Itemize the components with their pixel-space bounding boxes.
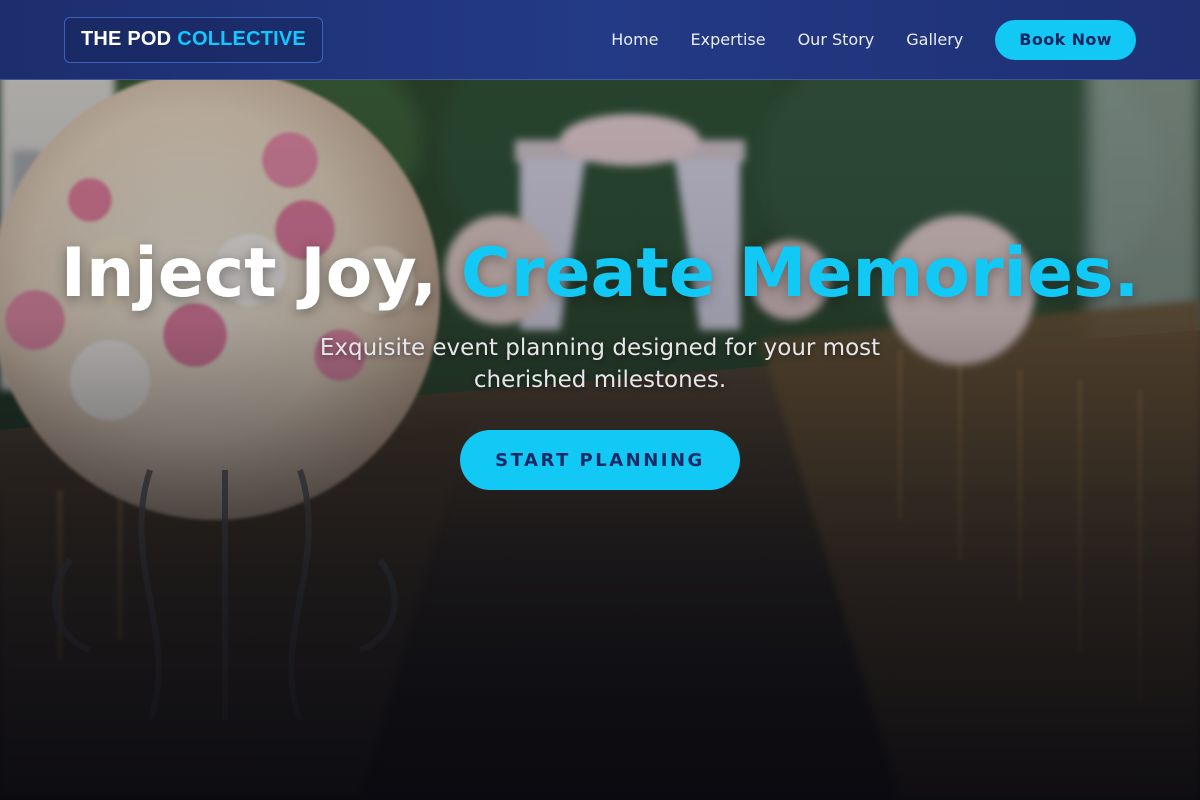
hero-content: Inject Joy, Create Memories. Exquisite e… xyxy=(0,238,1200,490)
top-navbar: THE POD COLLECTIVE Home Expertise Our St… xyxy=(0,0,1200,80)
book-now-button[interactable]: Book Now xyxy=(995,19,1136,60)
nav-link-gallery[interactable]: Gallery xyxy=(906,30,963,49)
brand-name-accent: COLLECTIVE xyxy=(177,28,306,50)
hero-headline: Inject Joy, Create Memories. xyxy=(0,238,1200,310)
nav-link-expertise[interactable]: Expertise xyxy=(691,30,766,49)
brand-name-primary: THE POD xyxy=(81,28,172,50)
brand-logo[interactable]: THE POD COLLECTIVE xyxy=(64,16,323,63)
hero-subheadline: Exquisite event planning designed for yo… xyxy=(319,335,881,393)
nav-link-home[interactable]: Home xyxy=(611,30,658,49)
headline-accent-text: Create Memories. xyxy=(460,234,1140,313)
nav-link-our-story[interactable]: Our Story xyxy=(798,30,875,49)
start-planning-button[interactable]: START PLANNING xyxy=(460,430,740,490)
main-navigation: Home Expertise Our Story Gallery Book No… xyxy=(611,19,1136,60)
headline-plain-text: Inject Joy, xyxy=(60,234,438,313)
